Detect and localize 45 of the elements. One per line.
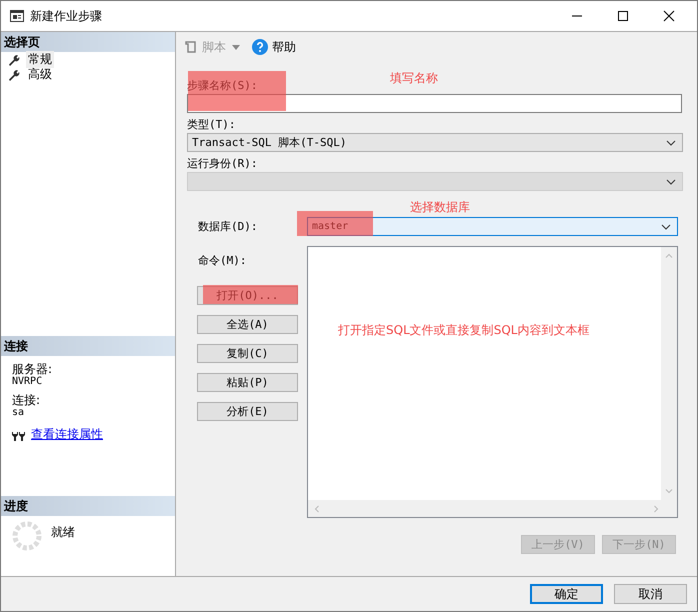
dialog-button[interactable]: 取消: [614, 584, 687, 604]
dropdown-caret-icon[interactable]: [232, 44, 240, 50]
maximize-icon[interactable]: [617, 10, 629, 22]
connection-properties-link[interactable]: 查看连接属性: [31, 426, 103, 443]
annotation-note: 填写名称: [390, 70, 438, 87]
field-value: sa: [12, 407, 26, 418]
command-button[interactable]: 粘贴(P): [197, 373, 298, 392]
wrench-icon: [8, 54, 20, 66]
annotation-note: 选择数据库: [410, 199, 470, 216]
command-button[interactable]: 全选(A): [197, 315, 298, 334]
field-value: NVRPC: [12, 376, 44, 387]
field-label: 连接:: [12, 393, 42, 407]
window-title: 新建作业步骤: [30, 8, 102, 24]
section-header: 连接: [1, 336, 175, 356]
toolbar-button[interactable]: 帮助: [252, 38, 296, 56]
close-icon[interactable]: [663, 10, 675, 22]
field-label: 数据库(D):: [198, 219, 258, 234]
type-dropdown[interactable]: Transact-SQL 脚本(T-SQL): [187, 133, 683, 152]
command-text-area[interactable]: [307, 246, 678, 518]
scroll-left-icon[interactable]: [314, 504, 319, 512]
scroll-up-icon[interactable]: [665, 253, 673, 258]
field-label: 运行身份(R):: [187, 156, 258, 172]
field-label: 服务器:: [12, 362, 54, 376]
page-item[interactable]: 常规: [26, 51, 54, 68]
dialog-button[interactable]: 确定: [530, 584, 603, 604]
script-icon: [184, 40, 198, 54]
help-icon: [252, 39, 268, 55]
command-button[interactable]: 分析(E): [197, 402, 298, 421]
scroll-down-icon[interactable]: [665, 489, 673, 494]
page-item[interactable]: 高级: [26, 66, 54, 83]
chevron-down-icon: [666, 140, 676, 146]
scroll-right-icon[interactable]: [654, 504, 659, 512]
progress-status: 就绪: [51, 524, 75, 541]
wrench-icon: [8, 68, 20, 80]
command-button[interactable]: 复制(C): [197, 344, 298, 363]
spinner-icon: [11, 520, 43, 552]
field-label: 命令(M):: [198, 253, 248, 268]
step-name-field[interactable]: [187, 94, 682, 113]
field-label: 类型(T):: [187, 117, 236, 133]
annotation-note: 打开指定SQL文件或直接复制SQL内容到文本框: [338, 322, 590, 339]
section-header: 进度: [1, 496, 175, 516]
chevron-down-icon: [661, 224, 671, 230]
section-header: 选择页: [1, 32, 175, 52]
chevron-down-icon: [666, 178, 676, 184]
window-icon: [10, 10, 24, 22]
